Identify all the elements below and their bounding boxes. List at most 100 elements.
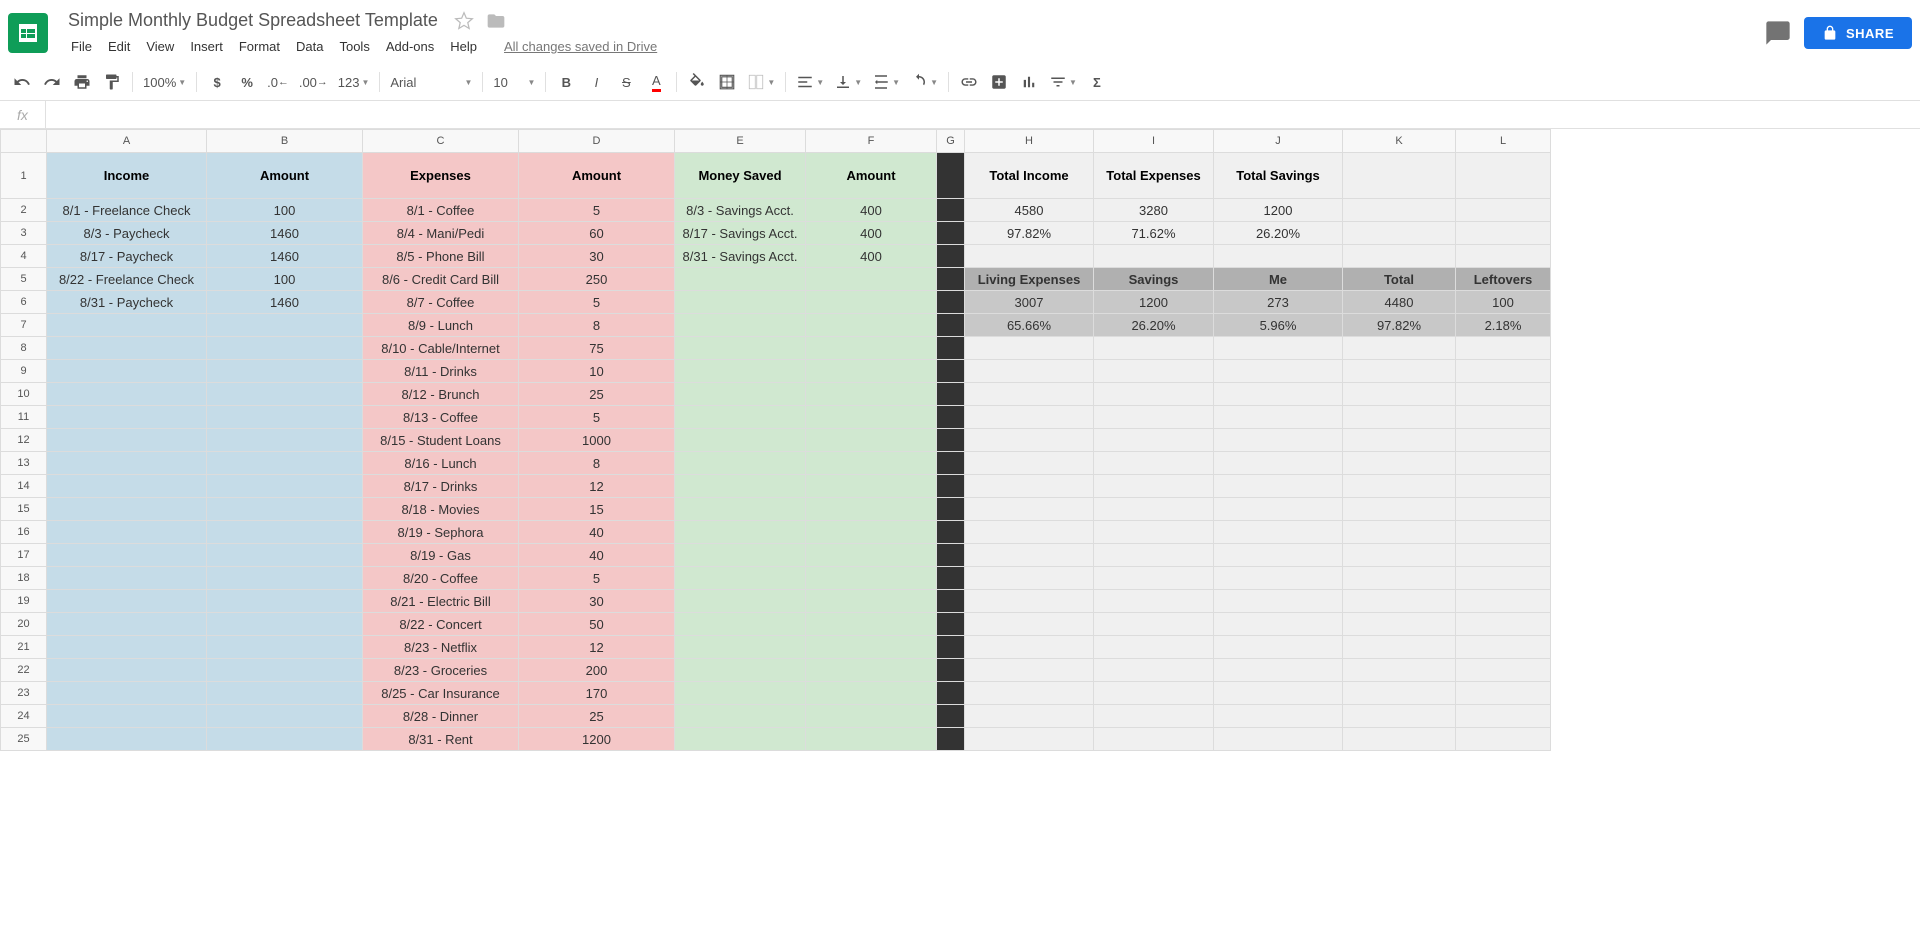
expense-amt[interactable]: 60 bbox=[519, 222, 675, 245]
divider[interactable] bbox=[937, 383, 965, 406]
col-header-A[interactable]: A bbox=[47, 130, 207, 153]
undo-button[interactable] bbox=[8, 68, 36, 96]
menu-format[interactable]: Format bbox=[232, 35, 287, 58]
income-amt[interactable]: 1460 bbox=[207, 245, 363, 268]
cell[interactable] bbox=[1094, 613, 1214, 636]
divider[interactable] bbox=[937, 360, 965, 383]
cell[interactable] bbox=[1214, 590, 1343, 613]
saved-amt[interactable] bbox=[806, 728, 937, 751]
divider[interactable] bbox=[937, 521, 965, 544]
row-header-14[interactable]: 14 bbox=[1, 475, 47, 498]
cell[interactable] bbox=[1214, 567, 1343, 590]
rotate-button[interactable]: ▼ bbox=[906, 68, 942, 96]
cell[interactable] bbox=[965, 682, 1094, 705]
cell[interactable] bbox=[1094, 337, 1214, 360]
expense-amt[interactable]: 30 bbox=[519, 590, 675, 613]
divider[interactable] bbox=[937, 291, 965, 314]
saved-label[interactable]: 8/31 - Savings Acct. bbox=[675, 245, 806, 268]
cell[interactable] bbox=[1094, 567, 1214, 590]
income-amt[interactable]: 100 bbox=[207, 199, 363, 222]
col-header-F[interactable]: F bbox=[806, 130, 937, 153]
expense-amt[interactable]: 15 bbox=[519, 498, 675, 521]
expense-label[interactable]: 8/16 - Lunch bbox=[363, 452, 519, 475]
saved-label[interactable] bbox=[675, 682, 806, 705]
select-all-corner[interactable] bbox=[1, 130, 47, 153]
saved-amt[interactable] bbox=[806, 475, 937, 498]
cell[interactable] bbox=[1456, 659, 1551, 682]
expense-amt[interactable]: 8 bbox=[519, 452, 675, 475]
formula-input[interactable] bbox=[46, 101, 1920, 128]
wrap-button[interactable]: ▼ bbox=[868, 68, 904, 96]
cell[interactable] bbox=[1343, 659, 1456, 682]
divider[interactable] bbox=[937, 452, 965, 475]
expense-amt[interactable]: 40 bbox=[519, 544, 675, 567]
income-label[interactable] bbox=[47, 429, 207, 452]
row-header-25[interactable]: 25 bbox=[1, 728, 47, 751]
col-header-L[interactable]: L bbox=[1456, 130, 1551, 153]
expense-label[interactable]: 8/7 - Coffee bbox=[363, 291, 519, 314]
income-amt[interactable] bbox=[207, 314, 363, 337]
cell[interactable] bbox=[965, 245, 1094, 268]
income-amt[interactable] bbox=[207, 337, 363, 360]
cell[interactable] bbox=[1343, 383, 1456, 406]
income-amt[interactable] bbox=[207, 521, 363, 544]
expense-label[interactable]: 8/19 - Sephora bbox=[363, 521, 519, 544]
strike-button[interactable]: S bbox=[612, 68, 640, 96]
saved-amt[interactable] bbox=[806, 590, 937, 613]
cell[interactable] bbox=[1456, 337, 1551, 360]
menu-help[interactable]: Help bbox=[443, 35, 484, 58]
saved-label[interactable] bbox=[675, 452, 806, 475]
cell[interactable] bbox=[1094, 383, 1214, 406]
expense-amt[interactable]: 5 bbox=[519, 567, 675, 590]
cell[interactable] bbox=[1456, 544, 1551, 567]
saved-label[interactable] bbox=[675, 521, 806, 544]
cell[interactable] bbox=[1094, 245, 1214, 268]
divider[interactable] bbox=[937, 429, 965, 452]
cell[interactable] bbox=[1094, 544, 1214, 567]
expense-label[interactable]: 8/23 - Groceries bbox=[363, 659, 519, 682]
saved-label[interactable] bbox=[675, 337, 806, 360]
income-amt[interactable] bbox=[207, 567, 363, 590]
cell[interactable] bbox=[1214, 452, 1343, 475]
cell[interactable] bbox=[965, 567, 1094, 590]
cell[interactable] bbox=[1456, 360, 1551, 383]
expense-label[interactable]: 8/20 - Coffee bbox=[363, 567, 519, 590]
header-income[interactable]: Income bbox=[47, 153, 207, 199]
saved-label[interactable] bbox=[675, 544, 806, 567]
divider[interactable] bbox=[937, 590, 965, 613]
cell[interactable] bbox=[1214, 705, 1343, 728]
cell[interactable] bbox=[1214, 613, 1343, 636]
expense-amt[interactable]: 12 bbox=[519, 475, 675, 498]
saved-label[interactable] bbox=[675, 590, 806, 613]
expense-amt[interactable]: 1200 bbox=[519, 728, 675, 751]
italic-button[interactable]: I bbox=[582, 68, 610, 96]
expense-amt[interactable]: 25 bbox=[519, 705, 675, 728]
row-header-4[interactable]: 4 bbox=[1, 245, 47, 268]
cell[interactable] bbox=[1214, 337, 1343, 360]
divider[interactable] bbox=[937, 705, 965, 728]
col-header-C[interactable]: C bbox=[363, 130, 519, 153]
savings-val[interactable]: 1200 bbox=[1094, 291, 1214, 314]
halign-button[interactable]: ▼ bbox=[792, 68, 828, 96]
saved-amt[interactable] bbox=[806, 567, 937, 590]
saved-amt[interactable]: 400 bbox=[806, 199, 937, 222]
income-amt[interactable] bbox=[207, 590, 363, 613]
expense-label[interactable]: 8/18 - Movies bbox=[363, 498, 519, 521]
row-header-2[interactable]: 2 bbox=[1, 199, 47, 222]
sub-savings[interactable]: Savings bbox=[1094, 268, 1214, 291]
income-label[interactable]: 8/17 - Paycheck bbox=[47, 245, 207, 268]
cell[interactable] bbox=[1456, 222, 1551, 245]
print-button[interactable] bbox=[68, 68, 96, 96]
header-amount2[interactable]: Amount bbox=[519, 153, 675, 199]
cell[interactable] bbox=[1343, 544, 1456, 567]
expense-amt[interactable]: 30 bbox=[519, 245, 675, 268]
income-label[interactable] bbox=[47, 590, 207, 613]
col-header-E[interactable]: E bbox=[675, 130, 806, 153]
income-amt[interactable]: 1460 bbox=[207, 291, 363, 314]
expense-label[interactable]: 8/1 - Coffee bbox=[363, 199, 519, 222]
bold-button[interactable]: B bbox=[552, 68, 580, 96]
me-val[interactable]: 273 bbox=[1214, 291, 1343, 314]
header-amount1[interactable]: Amount bbox=[207, 153, 363, 199]
income-amt[interactable] bbox=[207, 360, 363, 383]
percent-button[interactable]: % bbox=[233, 68, 261, 96]
